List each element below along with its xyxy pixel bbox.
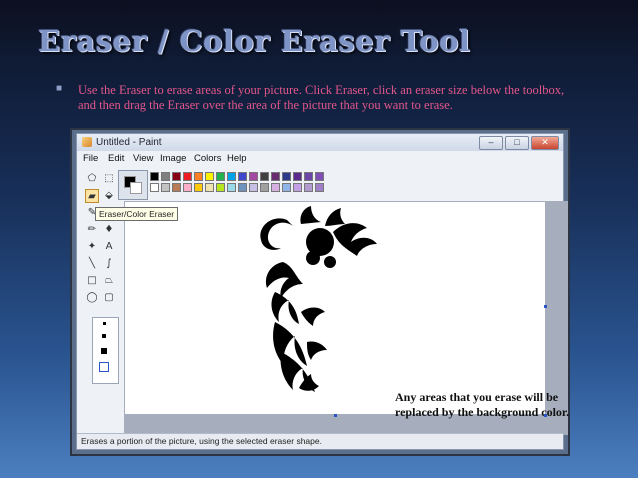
drawing-canvas[interactable]: Any areas that you erase will be replace… [125, 202, 569, 419]
color-swatch[interactable] [172, 172, 181, 181]
maximize-button[interactable]: □ [505, 136, 529, 150]
curve-icon[interactable]: ∫ [102, 257, 116, 271]
status-bar: Erases a portion of the picture, using t… [77, 433, 563, 449]
color-swatch[interactable] [271, 172, 280, 181]
color-swatch[interactable] [304, 172, 313, 181]
bullet-icon: ■ [56, 83, 63, 94]
window-title: Untitled - Paint [96, 137, 162, 148]
color-swatch[interactable] [293, 183, 302, 192]
text-icon[interactable]: A [102, 240, 116, 254]
free-select-icon[interactable]: ⬠ [85, 172, 99, 186]
brush-icon[interactable]: ♦ [102, 223, 116, 237]
color-swatch[interactable] [271, 183, 280, 192]
menu-help[interactable]: Help [227, 153, 247, 164]
menu-edit[interactable]: Edit [108, 153, 124, 164]
status-text: Erases a portion of the picture, using t… [81, 436, 322, 446]
color-swatch[interactable] [161, 183, 170, 192]
slide-body-text: Use the Eraser to erase areas of your pi… [78, 83, 565, 112]
rounded-rect-icon[interactable]: ▢ [102, 291, 116, 305]
close-icon: ✕ [541, 137, 549, 147]
color-swatch[interactable] [216, 183, 225, 192]
rect-select-icon[interactable]: ⬚ [102, 172, 116, 186]
color-swatch[interactable] [260, 172, 269, 181]
eraser-size-small[interactable] [103, 322, 106, 325]
pencil-icon[interactable]: ✏ [85, 223, 99, 237]
color-swatch[interactable] [315, 183, 324, 192]
eraser-size-large[interactable] [101, 348, 107, 354]
menu-bar: File Edit View Image Colors Help [77, 152, 563, 166]
current-colors[interactable] [118, 170, 148, 200]
menu-colors[interactable]: Colors [194, 153, 221, 164]
color-swatch[interactable] [260, 183, 269, 192]
color-swatch[interactable] [315, 172, 324, 181]
color-swatch[interactable] [183, 172, 192, 181]
line-icon[interactable]: ╲ [85, 257, 99, 271]
fill-icon[interactable]: ⬙ [102, 189, 116, 203]
color-swatch[interactable] [304, 183, 313, 192]
color-swatch[interactable] [238, 172, 247, 181]
color-swatch[interactable] [150, 172, 159, 181]
background-color[interactable] [130, 182, 142, 194]
menu-file[interactable]: File [83, 153, 98, 164]
menu-view[interactable]: View [133, 153, 153, 164]
resize-handle-corner[interactable] [544, 414, 547, 417]
color-swatch[interactable] [216, 172, 225, 181]
color-swatch[interactable] [205, 172, 214, 181]
eraser-icon[interactable]: ▰ [85, 189, 99, 203]
color-swatch[interactable] [227, 183, 236, 192]
color-swatch[interactable] [238, 183, 247, 192]
color-swatch[interactable] [183, 183, 192, 192]
canvas-area: Any areas that you erase will be replace… [124, 201, 569, 435]
title-bar[interactable]: Untitled - Paint – □ ✕ [77, 134, 563, 151]
paint-screenshot: Untitled - Paint – □ ✕ File Edit View Im… [70, 128, 570, 456]
color-swatch[interactable] [150, 183, 159, 192]
flourish-drawing [260, 206, 377, 392]
airbrush-icon[interactable]: ✦ [85, 240, 99, 254]
color-swatch[interactable] [249, 183, 258, 192]
color-swatch[interactable] [172, 183, 181, 192]
close-button[interactable]: ✕ [531, 136, 559, 150]
color-swatch[interactable] [282, 183, 291, 192]
canvas-annotation-text: Any areas that you erase will be replace… [395, 390, 570, 419]
eraser-size-box[interactable] [92, 317, 119, 384]
eraser-size-medium[interactable] [102, 334, 106, 338]
slide-title: Eraser / Color Eraser Tool [38, 24, 471, 58]
color-swatch[interactable] [293, 172, 302, 181]
paint-window: Untitled - Paint – □ ✕ File Edit View Im… [76, 133, 569, 450]
color-swatch[interactable] [282, 172, 291, 181]
minimize-icon: – [488, 137, 494, 147]
paint-app-icon [82, 137, 92, 147]
color-swatch[interactable] [227, 172, 236, 181]
maximize-icon: □ [514, 137, 520, 147]
resize-handle-bottom[interactable] [334, 414, 337, 417]
eraser-tooltip: Eraser/Color Eraser [95, 207, 179, 221]
polygon-icon[interactable]: ⏢ [102, 274, 116, 288]
resize-handle-right[interactable] [544, 305, 547, 308]
color-swatch[interactable] [161, 172, 170, 181]
color-swatch[interactable] [194, 183, 203, 192]
color-swatch[interactable] [249, 172, 258, 181]
menu-image[interactable]: Image [160, 153, 186, 164]
rectangle-icon[interactable]: □ [85, 274, 99, 288]
ellipse-icon[interactable]: ◯ [85, 291, 99, 305]
color-swatch[interactable] [205, 183, 214, 192]
color-swatch[interactable] [194, 172, 203, 181]
eraser-size-xlarge[interactable] [99, 362, 109, 372]
minimize-button[interactable]: – [479, 136, 503, 150]
